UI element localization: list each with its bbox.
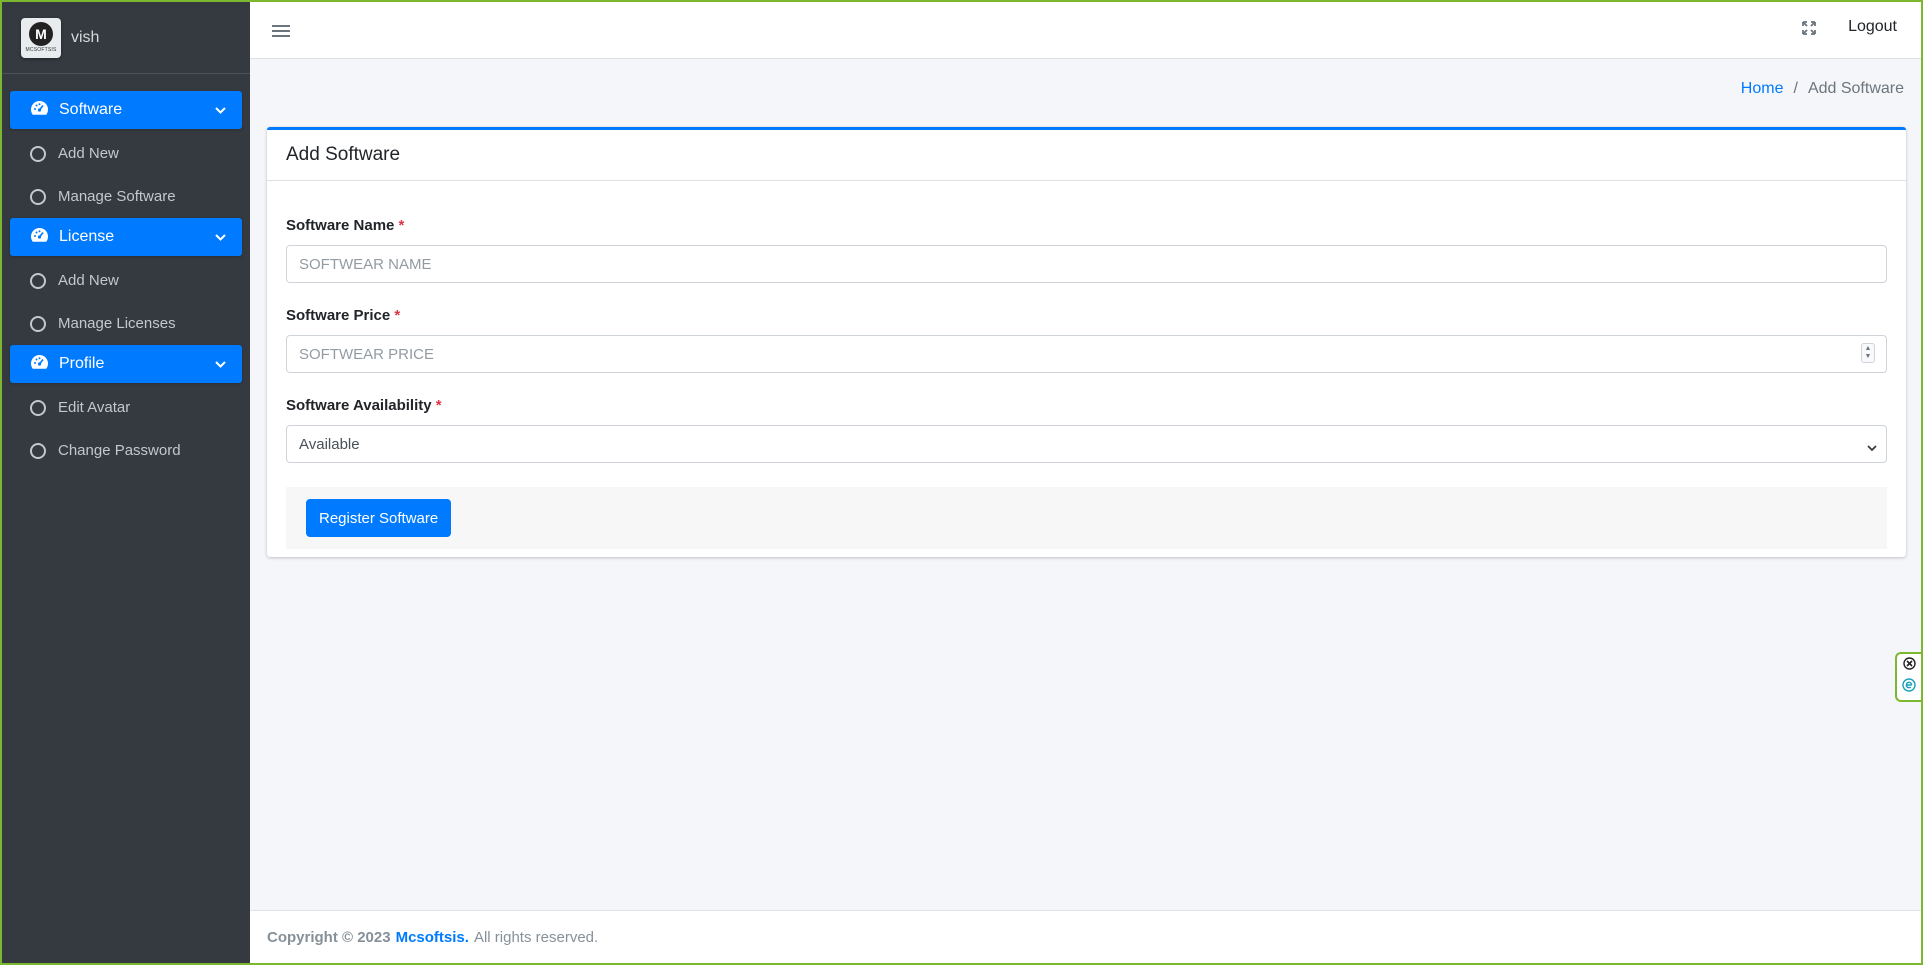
number-spinner-icon[interactable]: ▲ ▼ [1861, 343, 1875, 363]
circle-icon [30, 272, 46, 289]
register-software-button[interactable]: Register Software [306, 499, 452, 537]
sidebar-group-license[interactable]: License [10, 218, 242, 256]
breadcrumb-current: Add Software [1807, 80, 1904, 97]
software-name-label: Software Name * [286, 217, 405, 234]
sidebar: M MCSOFTSIS vish Software Add New Manage… [2, 2, 250, 963]
software-name-input[interactable] [286, 245, 1887, 283]
side-widget [1895, 652, 1921, 702]
software-price-wrap: ▲▼ [286, 335, 1887, 373]
fullscreen-expand-icon[interactable] [1802, 20, 1816, 40]
dashboard-icon [30, 227, 49, 248]
sidebar-item-label: Add New [58, 272, 119, 289]
page-footer: Copyright © 2023 Mcsoftsis. All rights r… [250, 910, 1921, 963]
required-mark: * [398, 217, 405, 234]
software-availability-label: Software Availability * [286, 397, 442, 414]
brand-logo-text: MCSOFTSIS [25, 47, 57, 53]
software-availability-select[interactable]: Available [286, 425, 1887, 463]
breadcrumb-separator: / [1793, 80, 1798, 97]
software-name-group: Software Name * [286, 217, 1887, 283]
navbar-right: Logout [1802, 18, 1897, 40]
footer-rights: All rights reserved. [473, 928, 599, 946]
circle-icon [30, 145, 46, 162]
software-price-group: Software Price * ▲▼ [286, 307, 1887, 373]
sidebar-item-manage-software[interactable]: Manage Software [10, 175, 242, 218]
card-footer: Register Software [286, 487, 1887, 549]
footer-copyright: Copyright © 2023 [267, 928, 391, 946]
software-availability-group: Software Availability * Available [286, 397, 1887, 463]
dashboard-icon [30, 100, 49, 121]
card-body: Software Name * Software Price * ▲▼ [267, 181, 1906, 463]
sidebar-item-label: Edit Avatar [58, 399, 131, 416]
software-price-input[interactable] [286, 335, 1887, 373]
hamburger-menu-icon[interactable] [272, 22, 290, 38]
sidebar-group-profile[interactable]: Profile [10, 345, 242, 383]
chevron-down-icon [215, 106, 226, 114]
sidebar-item-label: Manage Licenses [58, 315, 176, 332]
sidebar-item-software-add-new[interactable]: Add New [10, 132, 242, 175]
sidebar-item-edit-avatar[interactable]: Edit Avatar [10, 386, 242, 429]
brand[interactable]: M MCSOFTSIS vish [2, 2, 250, 74]
extension-e-icon[interactable] [1902, 678, 1916, 697]
required-mark: * [435, 397, 442, 414]
select-value: Available [299, 435, 360, 453]
sidebar-group-label: Profile [59, 355, 105, 372]
dashboard-icon [30, 354, 49, 375]
sidebar-item-change-password[interactable]: Change Password [10, 429, 242, 472]
sidebar-item-license-add-new[interactable]: Add New [10, 259, 242, 302]
card-title: Add Software [267, 130, 1906, 181]
add-software-card: Add Software Software Name * Software Pr… [267, 127, 1906, 557]
software-price-label: Software Price * [286, 307, 401, 324]
sidebar-item-label: Change Password [58, 442, 181, 459]
logout-link[interactable]: Logout [1848, 18, 1897, 36]
circle-icon [30, 399, 46, 416]
sidebar-group-software[interactable]: Software [10, 91, 242, 129]
sidebar-nav: Software Add New Manage Software License [2, 74, 250, 472]
circle-icon [30, 315, 46, 332]
required-mark: * [394, 307, 401, 324]
brand-name: vish [71, 28, 100, 46]
chevron-down-icon [1867, 439, 1877, 456]
sidebar-item-label: Add New [58, 145, 119, 162]
breadcrumb: Home / Add Software [1741, 80, 1904, 98]
sidebar-group-label: Software [59, 101, 123, 118]
main-content: Home / Add Software Add Software Softwar… [250, 59, 1921, 910]
footer-brand-link[interactable]: Mcsoftsis. [396, 929, 469, 946]
breadcrumb-home-link[interactable]: Home [1741, 80, 1784, 98]
sidebar-item-label: Manage Software [58, 188, 176, 205]
chevron-down-icon [215, 233, 226, 241]
top-navbar: Logout [250, 2, 1921, 59]
sidebar-group-label: License [59, 228, 115, 245]
sidebar-item-manage-licenses[interactable]: Manage Licenses [10, 302, 242, 345]
chevron-down-icon [215, 360, 226, 368]
brand-logo-mark: M [29, 22, 53, 46]
circle-icon [30, 188, 46, 205]
circle-icon [30, 442, 46, 459]
brand-logo: M MCSOFTSIS [21, 17, 61, 58]
close-icon[interactable] [1902, 657, 1916, 675]
